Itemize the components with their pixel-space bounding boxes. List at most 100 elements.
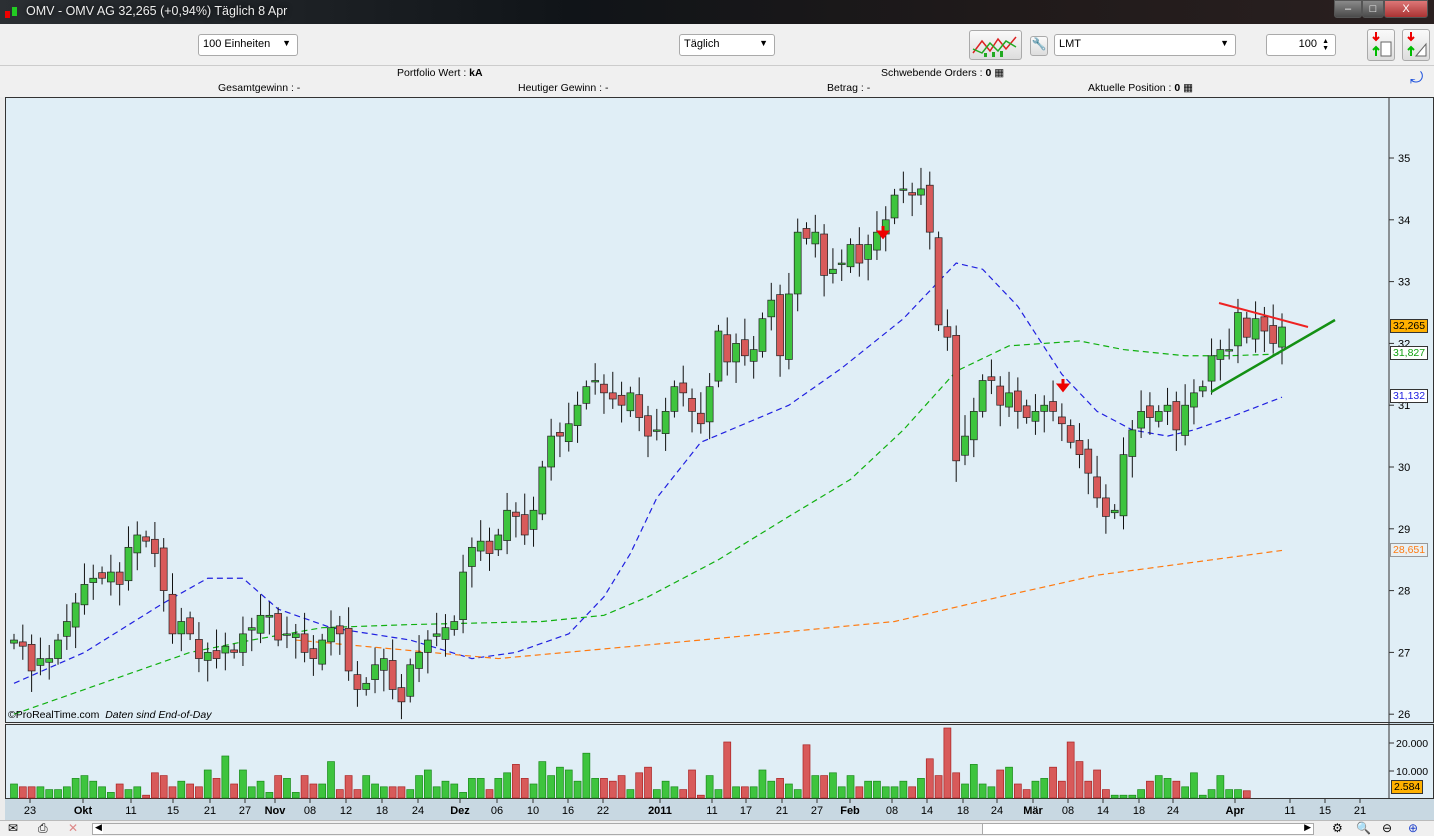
candle[interactable] (758, 312, 767, 358)
candle[interactable] (1102, 484, 1110, 534)
candle[interactable] (608, 371, 617, 409)
candle[interactable] (996, 376, 1005, 427)
candle[interactable] (890, 188, 899, 225)
candle[interactable] (274, 607, 283, 647)
candle[interactable] (151, 522, 159, 568)
candle[interactable] (529, 496, 538, 547)
candle[interactable] (371, 647, 379, 694)
candle[interactable] (432, 612, 441, 647)
candle[interactable] (397, 674, 406, 720)
candle[interactable] (714, 324, 723, 388)
candle[interactable] (1049, 380, 1057, 422)
refresh-orders-icon[interactable]: ⤾ (1410, 70, 1423, 88)
mail-icon[interactable]: ✉ (8, 821, 18, 835)
units-select[interactable]: 100 Einheiten ▼ (198, 34, 298, 56)
candle[interactable] (1216, 339, 1225, 381)
candle[interactable] (221, 632, 230, 671)
candle[interactable] (1040, 395, 1049, 433)
candle[interactable] (1172, 391, 1181, 451)
candle[interactable] (873, 211, 881, 260)
candle[interactable] (864, 234, 872, 281)
disconnect-icon[interactable]: ✕ (68, 821, 78, 835)
candle[interactable] (732, 333, 740, 383)
interval-select[interactable]: Täglich ▼ (679, 34, 775, 56)
candle[interactable] (1075, 423, 1084, 469)
candle[interactable] (1066, 419, 1075, 449)
candle[interactable] (741, 318, 749, 366)
candle[interactable] (600, 374, 608, 414)
candle[interactable] (503, 492, 511, 555)
candle[interactable] (265, 601, 274, 635)
candle[interactable] (36, 637, 45, 676)
candle[interactable] (468, 537, 476, 588)
maximize-button[interactable]: □ (1362, 0, 1384, 18)
candle[interactable] (961, 415, 969, 466)
candle[interactable] (705, 373, 714, 440)
candle[interactable] (670, 380, 679, 418)
candle[interactable] (45, 644, 54, 680)
candle[interactable] (573, 391, 582, 443)
candle[interactable] (283, 616, 291, 649)
candle[interactable] (723, 317, 732, 376)
chart-settings-icon[interactable]: ⚙ (1332, 821, 1343, 835)
candle[interactable] (1225, 328, 1234, 360)
candle[interactable] (564, 402, 573, 452)
candle[interactable] (846, 238, 855, 273)
candle[interactable] (547, 418, 555, 481)
candle[interactable] (811, 214, 820, 258)
candle[interactable] (1084, 439, 1093, 495)
candle[interactable] (617, 381, 626, 423)
quantity-stepper[interactable]: 100 ▲ ▼ (1266, 34, 1336, 56)
candle[interactable] (230, 643, 238, 659)
candle[interactable] (459, 554, 467, 634)
candle[interactable] (1031, 394, 1040, 435)
candle[interactable] (1013, 377, 1022, 429)
candle[interactable] (476, 520, 485, 561)
candle[interactable] (1269, 304, 1278, 354)
close-button[interactable]: X (1384, 0, 1428, 18)
candle[interactable] (1190, 379, 1198, 425)
candle[interactable] (987, 359, 996, 395)
candle[interactable] (291, 623, 300, 659)
candle[interactable] (776, 284, 784, 377)
candle[interactable] (256, 594, 265, 644)
candle[interactable] (1251, 301, 1260, 353)
candle[interactable] (353, 661, 362, 707)
candle[interactable] (1163, 387, 1172, 425)
candle[interactable] (247, 617, 256, 652)
candle[interactable] (802, 222, 811, 245)
candle[interactable] (934, 231, 943, 332)
order-type-select[interactable]: LMT ▼ (1054, 34, 1236, 56)
candle[interactable] (520, 493, 529, 545)
candle[interactable] (344, 607, 353, 681)
candle[interactable] (837, 249, 846, 281)
candle[interactable] (1154, 405, 1163, 428)
candle[interactable] (829, 248, 837, 284)
candle[interactable] (98, 566, 106, 585)
candle[interactable] (107, 554, 115, 596)
candle[interactable] (62, 604, 71, 650)
buy-order-button[interactable] (1367, 29, 1395, 61)
candle[interactable] (679, 365, 688, 407)
candle[interactable] (406, 658, 415, 703)
candle[interactable] (538, 460, 547, 521)
candle[interactable] (582, 380, 591, 410)
candle[interactable] (1005, 371, 1013, 417)
candle[interactable] (80, 563, 89, 615)
candle[interactable] (89, 564, 98, 600)
zoom-vertical-icon[interactable]: 🔍 (1356, 821, 1371, 835)
candle[interactable] (142, 530, 150, 548)
candle[interactable] (1110, 504, 1119, 519)
candle[interactable] (1242, 311, 1251, 344)
candle[interactable] (644, 405, 652, 458)
candle[interactable] (335, 615, 344, 655)
candle[interactable] (1058, 403, 1066, 442)
candle[interactable] (494, 528, 503, 556)
candle[interactable] (749, 335, 758, 379)
candle[interactable] (115, 562, 124, 606)
candle[interactable] (820, 224, 828, 297)
zoom-in-icon[interactable]: ⊕ (1408, 821, 1418, 835)
candle[interactable] (1181, 384, 1189, 446)
candle[interactable] (1207, 338, 1216, 395)
candle[interactable] (696, 392, 705, 434)
